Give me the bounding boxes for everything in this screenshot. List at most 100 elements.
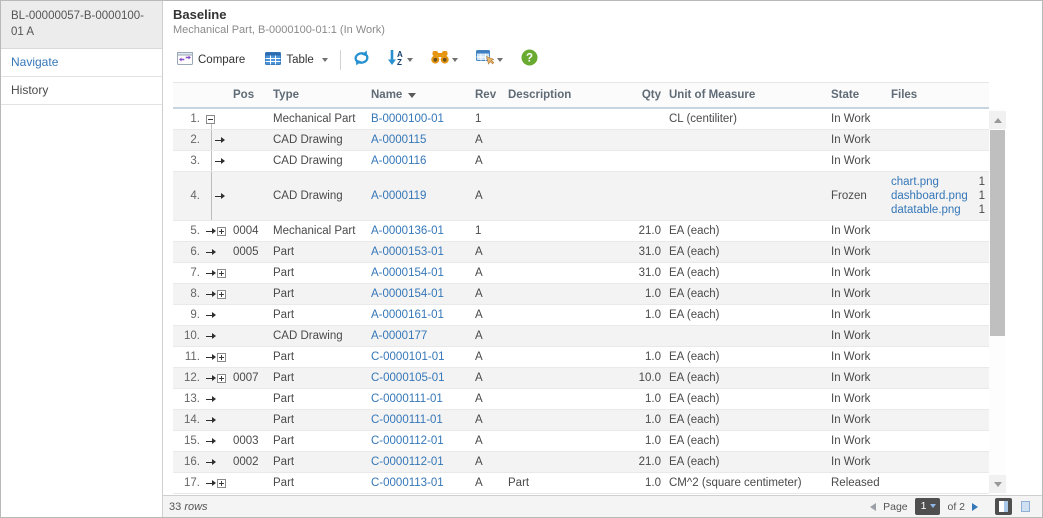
name-link[interactable]: A-0000154-01 — [371, 288, 444, 300]
usage-link-arrow-icon — [206, 374, 216, 383]
name-link[interactable]: C-0000112-01 — [371, 456, 444, 468]
expand-node-icon[interactable] — [217, 353, 226, 362]
expand-node-icon[interactable] — [217, 290, 226, 299]
sort-button[interactable]: A Z — [382, 46, 418, 74]
find-button[interactable] — [426, 48, 463, 72]
table-row: 17. Part C-0000113-01 A Part 1.0 CM^2 (s… — [173, 473, 989, 494]
expand-node-icon[interactable] — [217, 374, 226, 383]
name-link[interactable]: A-0000115 — [371, 134, 426, 146]
usage-link-arrow-icon — [215, 192, 225, 201]
tree-cell — [206, 263, 229, 283]
state-cell: In Work — [827, 221, 887, 241]
previous-page-icon[interactable] — [870, 503, 876, 511]
column-header-type[interactable]: Type — [269, 89, 367, 101]
expand-node-icon[interactable] — [217, 479, 226, 488]
name-link[interactable]: A-0000153-01 — [371, 246, 444, 258]
file-link[interactable]: dashboard.png — [891, 189, 968, 203]
name-link[interactable]: C-0000111-01 — [371, 414, 443, 426]
tree-cell — [206, 431, 229, 451]
sort-az-icon: A Z — [387, 49, 404, 71]
name-link[interactable]: A-0000177 — [371, 330, 427, 342]
name-link[interactable]: C-0000111-01 — [371, 393, 443, 405]
type-cell: Part — [269, 347, 367, 367]
sidebar-item-navigate[interactable]: Navigate — [1, 49, 162, 77]
chevron-down-icon — [322, 58, 328, 62]
next-page-icon[interactable] — [972, 503, 978, 511]
usage-link-arrow-icon — [206, 479, 216, 488]
file-link[interactable]: chart.png — [891, 175, 939, 189]
page-select-dropdown[interactable]: 1 — [915, 498, 941, 515]
table-row: 8. Part A-0000154-01 A 1.0 EA (each) In … — [173, 284, 989, 305]
column-header-qty[interactable]: Qty — [634, 89, 663, 101]
name-link[interactable]: C-0000113-01 — [371, 477, 444, 489]
column-header-description[interactable]: Description — [504, 89, 634, 101]
pos-cell — [229, 326, 269, 346]
files-cell — [887, 109, 989, 129]
table-row: 12. 0007 Part C-0000105-01 A 10.0 EA (ea… — [173, 368, 989, 389]
name-link[interactable]: A-0000161-01 — [371, 309, 444, 321]
compare-button[interactable]: Compare — [171, 49, 251, 71]
pos-cell — [229, 347, 269, 367]
collapse-node-icon[interactable] — [206, 115, 215, 124]
type-cell: Part — [269, 284, 367, 304]
tree-cell — [206, 221, 229, 241]
name-link[interactable]: C-0000101-01 — [371, 351, 445, 363]
files-cell — [887, 326, 989, 346]
uom-cell: EA (each) — [663, 263, 827, 283]
rev-cell: A — [471, 305, 504, 325]
row-number: 12. — [173, 368, 206, 388]
column-header-uom[interactable]: Unit of Measure — [663, 89, 827, 101]
type-cell: Part — [269, 368, 367, 388]
sidebar-item-history[interactable]: History — [1, 77, 162, 105]
vertical-scrollbar[interactable] — [989, 109, 1006, 495]
name-cell: C-0000112-01 — [367, 452, 471, 472]
name-cell: C-0000112-01 — [367, 431, 471, 451]
name-link[interactable]: C-0000105-01 — [371, 372, 445, 384]
rev-cell: A — [471, 473, 504, 493]
description-cell — [504, 242, 634, 262]
scrollbar-thumb[interactable] — [990, 130, 1005, 336]
name-link[interactable]: A-0000154-01 — [371, 267, 444, 279]
name-link[interactable]: A-0000116 — [371, 155, 426, 167]
paged-view-toggle-active[interactable] — [995, 498, 1012, 515]
name-link[interactable]: B-0000100-01 — [371, 113, 444, 125]
name-link[interactable]: A-0000136-01 — [371, 225, 444, 237]
column-header-name[interactable]: Name — [367, 89, 471, 101]
scroll-up-button[interactable] — [989, 111, 1006, 129]
files-cell — [887, 368, 989, 388]
name-link[interactable]: A-0000119 — [371, 190, 426, 202]
state-cell: In Work — [827, 410, 887, 430]
uom-cell: EA (each) — [663, 431, 827, 451]
type-cell: Part — [269, 389, 367, 409]
scroll-down-button[interactable] — [989, 475, 1006, 493]
refresh-button[interactable] — [347, 47, 376, 74]
table-display-button[interactable] — [471, 47, 508, 74]
column-header-pos[interactable]: Pos — [229, 89, 269, 101]
expand-node-icon[interactable] — [217, 269, 226, 278]
page-subtitle: Mechanical Part, B-0000100-01:1 (In Work… — [173, 24, 1042, 36]
rev-cell: A — [471, 431, 504, 451]
tree-cell — [206, 410, 229, 430]
column-header-files[interactable]: Files — [887, 86, 989, 104]
column-header-rev[interactable]: Rev — [471, 89, 504, 101]
application-window: BL-00000057-B-0000100-01 A Navigate Hist… — [0, 0, 1043, 518]
rev-cell: A — [471, 284, 504, 304]
uom-cell: EA (each) — [663, 221, 827, 241]
column-header-state[interactable]: State — [827, 89, 887, 101]
page-total-label: of 2 — [947, 501, 965, 513]
table-menu-button[interactable]: Table — [259, 49, 334, 71]
svg-text:Z: Z — [397, 58, 402, 66]
expand-node-icon[interactable] — [217, 227, 226, 236]
row-number: 11. — [173, 347, 206, 367]
file-count: 1 — [977, 175, 985, 189]
help-button[interactable]: ? — [516, 46, 543, 74]
rev-cell: 1 — [471, 221, 504, 241]
file-link[interactable]: datatable.png — [891, 203, 961, 217]
rev-cell: A — [471, 130, 504, 150]
full-list-view-toggle[interactable] — [1017, 498, 1034, 515]
state-cell: In Work — [827, 130, 887, 150]
name-link[interactable]: C-0000112-01 — [371, 435, 444, 447]
state-cell: In Work — [827, 347, 887, 367]
baseline-identifier: BL-00000057-B-0000100-01 A — [1, 1, 162, 49]
state-cell: In Work — [827, 431, 887, 451]
